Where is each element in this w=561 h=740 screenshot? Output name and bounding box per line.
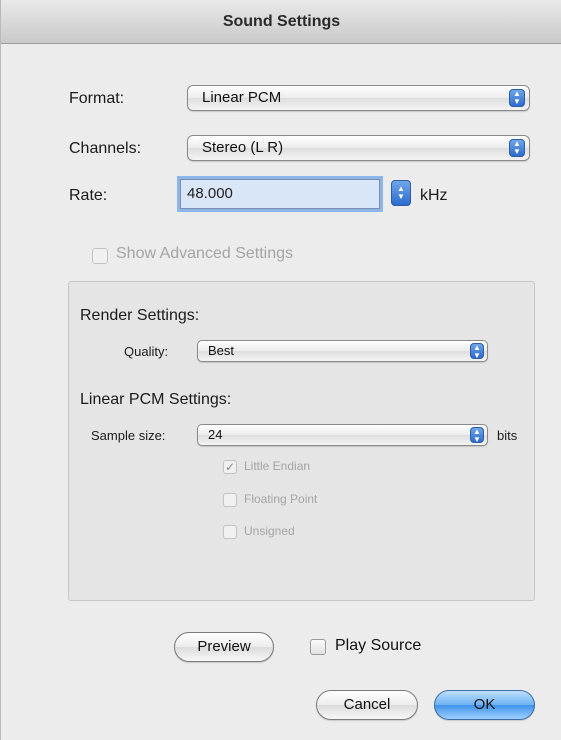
sample-size-label: Sample size: — [91, 428, 166, 443]
quality-popup[interactable]: Best ▲ ▼ — [197, 340, 488, 362]
floating-point-checkbox[interactable] — [223, 493, 237, 507]
sound-settings-dialog: Sound Settings Format: Linear PCM ▲ ▼ Cha… — [0, 0, 561, 740]
floating-point-label: Floating Point — [244, 492, 318, 506]
channels-popup[interactable]: Stereo (L R) ▲ ▼ — [187, 135, 530, 161]
unsigned-checkbox[interactable] — [223, 525, 237, 539]
format-popup[interactable]: Linear PCM ▲ ▼ — [187, 85, 530, 111]
channels-value: Stereo (L R) — [202, 139, 284, 156]
little-endian-checkbox[interactable]: ✓ — [223, 460, 237, 474]
format-label: Format: — [69, 90, 125, 107]
sample-size-popup-arrows-icon: ▲ ▼ — [470, 427, 484, 444]
checkmark-icon: ✓ — [224, 460, 236, 474]
rate-stepper-icon[interactable]: ▲ ▼ — [391, 180, 411, 206]
rate-input[interactable]: 48.000 — [180, 179, 380, 209]
unsigned-label: Unsigned — [244, 524, 295, 538]
rate-label: Rate: — [69, 187, 108, 204]
sample-size-popup[interactable]: 24 ▲ ▼ — [197, 424, 488, 446]
ok-button[interactable]: OK — [434, 690, 535, 720]
format-popup-arrows-icon: ▲ ▼ — [509, 89, 525, 107]
sample-size-unit: bits — [497, 428, 518, 443]
linear-pcm-settings-title: Linear PCM Settings: — [80, 391, 232, 408]
render-settings-title: Render Settings: — [80, 307, 200, 324]
preview-button[interactable]: Preview — [174, 632, 274, 662]
cancel-button[interactable]: Cancel — [316, 690, 418, 720]
channels-label: Channels: — [69, 140, 142, 157]
sample-size-value: 24 — [208, 427, 223, 442]
quality-label: Quality: — [124, 344, 169, 359]
window-title: Sound Settings — [1, 0, 561, 44]
quality-popup-arrows-icon: ▲ ▼ — [470, 343, 484, 360]
show-advanced-checkbox[interactable] — [92, 248, 108, 264]
channels-popup-arrows-icon: ▲ ▼ — [509, 139, 525, 157]
format-value: Linear PCM — [202, 89, 282, 106]
show-advanced-label: Show Advanced Settings — [116, 245, 294, 262]
play-source-checkbox[interactable] — [310, 639, 326, 655]
play-source-label: Play Source — [335, 637, 422, 654]
little-endian-label: Little Endian — [244, 459, 311, 473]
quality-value: Best — [208, 343, 235, 358]
rate-unit: kHz — [420, 187, 448, 204]
